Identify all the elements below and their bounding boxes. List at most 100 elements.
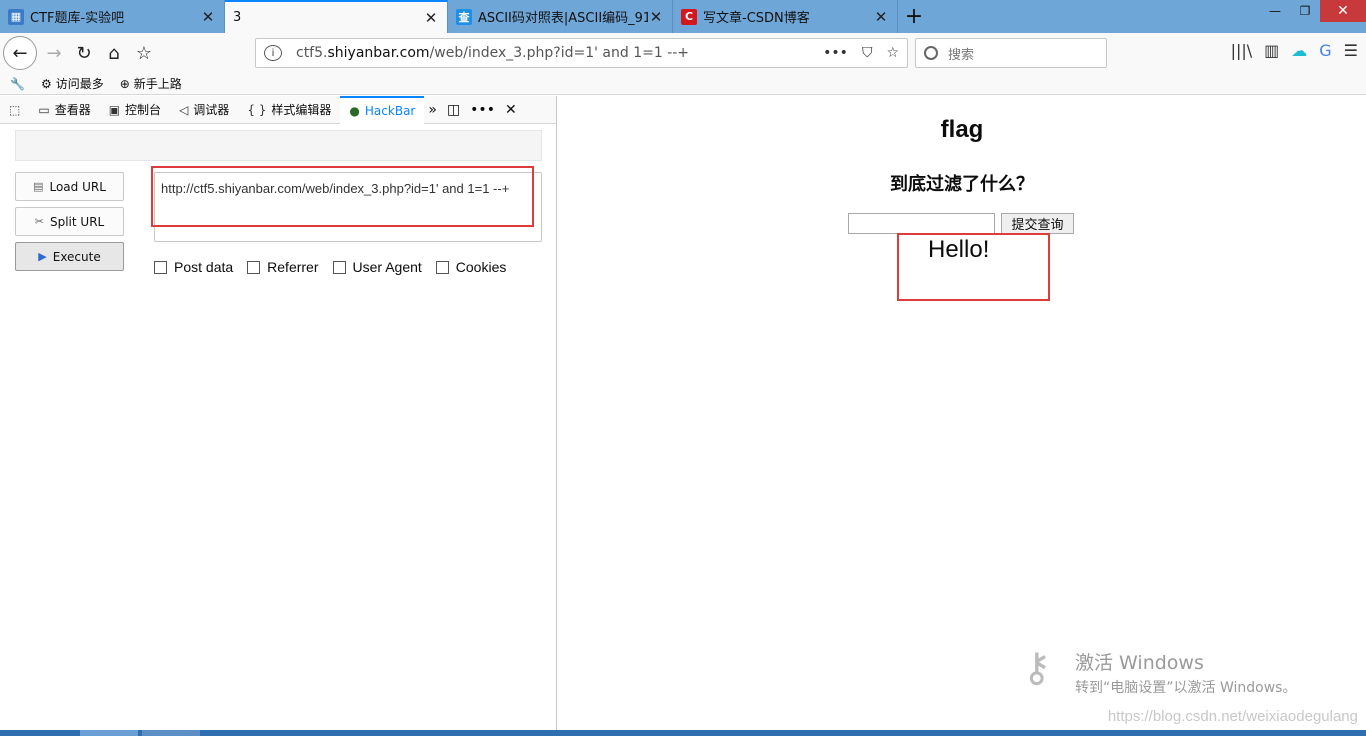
tab-ctf[interactable]: ▦ CTF题库-实验吧 ✕ xyxy=(0,0,225,33)
page-content: flag 到底过滤了什么？ 提交查询 Hello! xyxy=(558,96,1366,730)
user-agent-checkbox[interactable]: User Agent xyxy=(332,259,422,275)
button-label: Split URL xyxy=(49,214,105,229)
tab-console[interactable]: ▣ 控制台 xyxy=(100,96,170,124)
new-tab-button[interactable]: + xyxy=(898,0,930,33)
menu-icon[interactable]: ☰ xyxy=(1344,41,1358,60)
tab-hackbar[interactable]: ● HackBar xyxy=(340,95,425,124)
close-icon[interactable]: ✕ xyxy=(200,8,216,26)
split-url-button[interactable]: ✂ Split URL xyxy=(15,207,124,236)
devtools-toolbar: ⬚ ▭ 查看器 ▣ 控制台 ◁ 调试器 { } 样式编辑器 ● HackBar » ◫ •… xyxy=(0,95,556,124)
checkbox-label: User Agent xyxy=(352,259,422,275)
checkbox[interactable] xyxy=(247,260,261,274)
responsive-icon[interactable]: ◫ xyxy=(447,102,460,118)
execute-button[interactable]: ▶ Execute xyxy=(15,242,124,271)
post-data-checkbox[interactable]: Post data xyxy=(154,259,233,275)
taskbar-item[interactable] xyxy=(142,730,200,736)
translate-icon[interactable]: G xyxy=(1319,41,1331,60)
bookmark-getting-started[interactable]: ⊕ 新手上路 xyxy=(120,75,182,92)
info-icon[interactable]: i xyxy=(264,45,282,61)
hackbar-icon: ● xyxy=(349,103,360,118)
tab-debugger[interactable]: ◁ 调试器 xyxy=(170,96,238,124)
watermark-subtitle: 转到“电脑设置”以激活 Windows。 xyxy=(1075,680,1297,696)
search-input[interactable]: 搜索 xyxy=(915,38,1107,68)
star-manage-icon[interactable]: ☆ xyxy=(129,38,159,68)
more-actions-icon[interactable]: ••• xyxy=(823,45,848,61)
checkbox-label: Post data xyxy=(174,259,234,275)
braces-icon: { } xyxy=(247,102,267,117)
ascii-icon: 查 xyxy=(456,8,472,25)
back-button[interactable]: ← xyxy=(3,36,37,70)
pocket-icon[interactable]: ⛉ xyxy=(862,45,873,61)
tab-ascii[interactable]: 查 ASCII码对照表|ASCII编码_911 ✕ xyxy=(448,0,673,33)
sidebar-icon[interactable]: ▥ xyxy=(1264,41,1279,60)
shiyanbar-icon: ▦ xyxy=(8,8,24,25)
page-title: flag xyxy=(940,116,984,143)
tab-label: 查看器 xyxy=(54,103,91,117)
page-subtitle: 到底过滤了什么？ xyxy=(890,174,1034,195)
restore-icon[interactable]: ❐ xyxy=(1290,0,1320,22)
inspector-icon: ▭ xyxy=(38,102,50,117)
reload-button[interactable]: ↻ xyxy=(69,38,99,68)
close-icon[interactable]: ✕ xyxy=(873,8,889,26)
hackbar-menu-bar xyxy=(15,130,542,161)
load-url-button[interactable]: ▤ Load URL xyxy=(15,172,124,201)
debugger-icon: ◁ xyxy=(179,102,189,117)
close-icon[interactable]: ✕ xyxy=(423,9,439,27)
more-icon[interactable]: ••• xyxy=(470,102,495,118)
bookmark-label: 新手上路 xyxy=(133,77,182,91)
console-icon: ▣ xyxy=(108,102,121,117)
window-controls: — ❐ ✕ xyxy=(1260,0,1366,22)
checkbox[interactable] xyxy=(332,260,346,274)
checkbox[interactable] xyxy=(154,260,167,274)
cloud-icon[interactable]: ☁ xyxy=(1291,41,1307,60)
cookies-checkbox[interactable]: Cookies xyxy=(435,259,507,275)
search-placeholder: 搜索 xyxy=(948,47,975,63)
tab-title: 写文章-CSDN博客 xyxy=(703,11,810,26)
bookmarks-toolbar: 🔧 ⚙ 访问最多 ⊕ 新手上路 xyxy=(0,73,1366,95)
url-text[interactable]: ctf5.shiyanbar.com/web/index_3.php?id=1'… xyxy=(296,45,823,61)
referrer-checkbox[interactable]: Referrer xyxy=(247,259,319,275)
taskbar xyxy=(0,730,1366,736)
scissors-icon: ✂ xyxy=(34,215,44,228)
button-label: Execute xyxy=(52,249,101,264)
checkbox-label: Cookies xyxy=(455,259,507,275)
submit-query-button[interactable]: 提交查询 xyxy=(1001,213,1074,234)
highlight-box xyxy=(151,166,534,227)
tab-title: 3 xyxy=(233,10,242,25)
wrench-icon[interactable]: 🔧 xyxy=(10,77,25,91)
tab-label: 调试器 xyxy=(193,103,230,117)
tab-strip: ▦ CTF题库-实验吧 ✕ 3 ✕ 查 ASCII码对照表|ASCII编码_91… xyxy=(0,0,1366,33)
window-close-icon[interactable]: ✕ xyxy=(1320,0,1366,22)
tab-label: HackBar xyxy=(364,103,416,118)
query-input[interactable] xyxy=(848,213,995,234)
overflow-chevron-icon[interactable]: » xyxy=(428,102,437,118)
library-icon[interactable]: |||\ xyxy=(1231,41,1253,60)
search-icon xyxy=(924,46,938,60)
forward-button[interactable]: → xyxy=(39,38,69,68)
gear-icon: ⚙ xyxy=(40,76,52,91)
minimize-icon[interactable]: — xyxy=(1260,0,1290,22)
close-icon[interactable]: ✕ xyxy=(648,8,664,26)
nav-bar: ← → ↻ ⌂ ☆ i ctf5.shiyanbar.com/web/index… xyxy=(0,33,1366,73)
taskbar-item[interactable] xyxy=(80,730,138,736)
bookmark-most-visited[interactable]: ⚙ 访问最多 xyxy=(41,75,104,92)
devtools-panel: ⬚ ▭ 查看器 ▣ 控制台 ◁ 调试器 { } 样式编辑器 ● HackBar » ◫ •… xyxy=(0,95,557,730)
close-devtools-icon[interactable]: ✕ xyxy=(505,102,517,118)
tab-csdn[interactable]: C 写文章-CSDN博客 ✕ xyxy=(673,0,898,33)
bookmark-label: 访问最多 xyxy=(55,77,104,91)
checkbox-label: Referrer xyxy=(267,259,319,275)
tab-current[interactable]: 3 ✕ xyxy=(225,0,448,33)
windows-activation-watermark: 激活 Windows 转到“电脑设置”以激活 Windows。 xyxy=(1075,648,1296,697)
tab-title: CTF题库-实验吧 xyxy=(30,11,125,26)
tab-label: 控制台 xyxy=(125,103,162,117)
checkbox[interactable] xyxy=(435,260,449,274)
play-icon: ▶ xyxy=(38,250,47,263)
tab-style-editor[interactable]: { } 样式编辑器 xyxy=(238,96,340,124)
home-button[interactable]: ⌂ xyxy=(99,38,129,68)
csdn-watermark: https://blog.csdn.net/weixiaodegulang xyxy=(1107,708,1358,725)
bookmark-star-icon[interactable]: ☆ xyxy=(886,45,899,61)
watermark-title: 激活 Windows xyxy=(1075,652,1204,674)
url-bar[interactable]: i ctf5.shiyanbar.com/web/index_3.php?id=… xyxy=(255,38,908,68)
element-picker-icon[interactable]: ⬚ xyxy=(0,96,29,124)
tab-inspector[interactable]: ▭ 查看器 xyxy=(29,96,99,124)
